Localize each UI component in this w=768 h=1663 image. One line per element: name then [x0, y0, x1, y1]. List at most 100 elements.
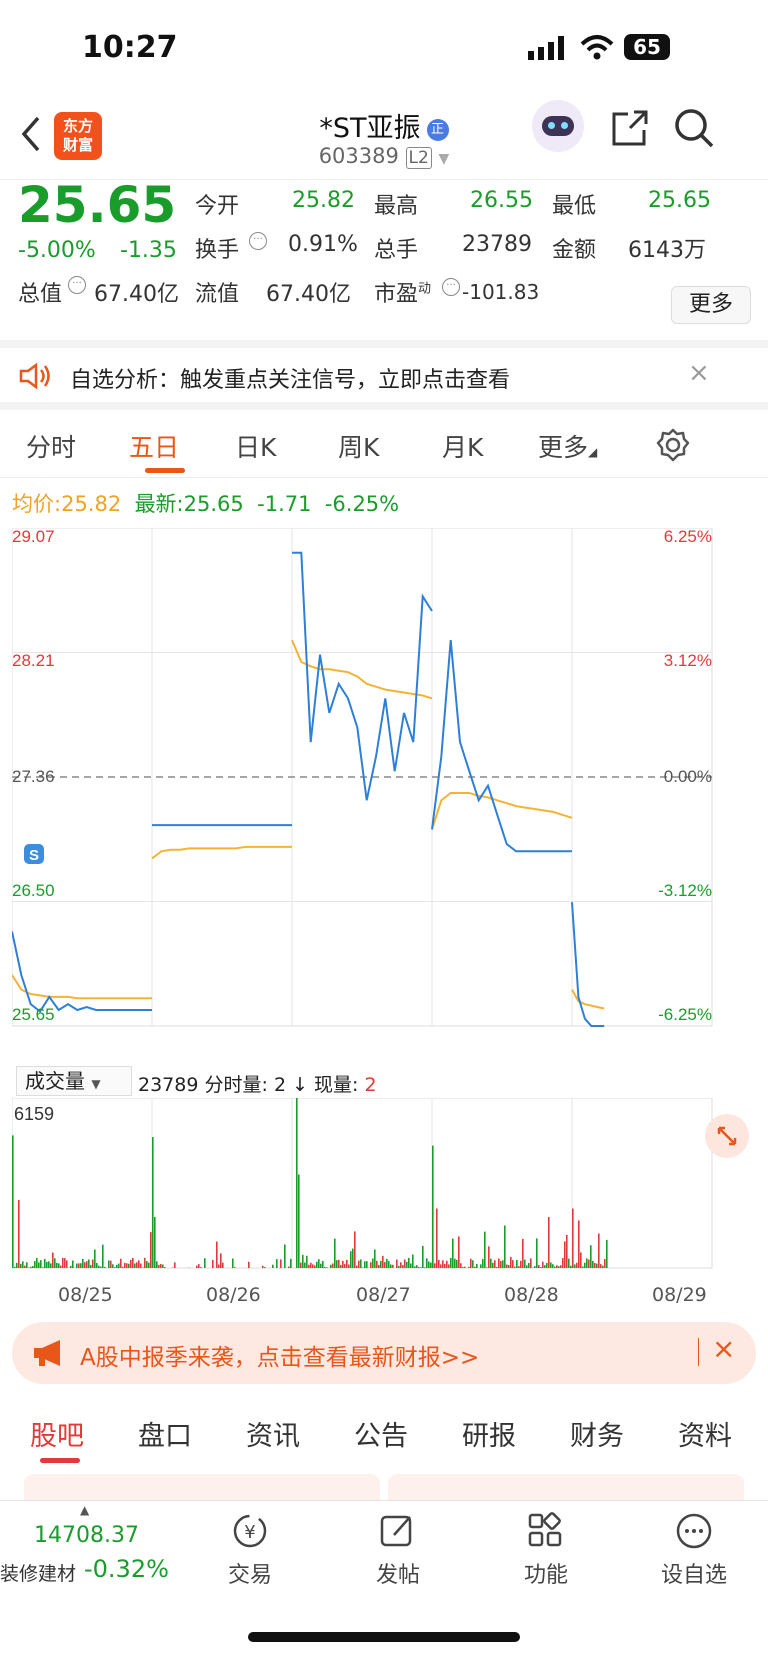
volume-bar: [550, 1262, 552, 1268]
volume-bar: [572, 1208, 574, 1268]
info-icon[interactable]: ···: [68, 276, 86, 294]
volume-bar: [316, 1261, 318, 1268]
volume-bar: [160, 1263, 162, 1268]
volume-bar: [128, 1263, 130, 1268]
close-icon[interactable]: ×: [688, 358, 710, 388]
series-line-avg: [291, 639, 433, 700]
expand-icon[interactable]: [705, 1114, 749, 1158]
volume-bar: [350, 1251, 352, 1268]
divider: [698, 1338, 699, 1366]
volume-bar: [322, 1260, 324, 1268]
volume-bar: [20, 1263, 22, 1268]
info-icon[interactable]: ···: [249, 232, 267, 250]
volume-bar: [484, 1231, 486, 1268]
volume-bar: [560, 1265, 562, 1268]
tab-research[interactable]: 研报: [462, 1414, 516, 1453]
volume-bar: [110, 1260, 112, 1268]
index-name[interactable]: 装修建材: [0, 1559, 76, 1586]
volume-bar: [538, 1265, 540, 1268]
volume-bar: [500, 1261, 502, 1268]
volume-bar: [488, 1246, 490, 1268]
volume-bar: [364, 1261, 366, 1268]
volume-bar: [40, 1260, 42, 1268]
volume-bar: [474, 1266, 476, 1268]
level-badge: L2: [405, 147, 432, 169]
tab-profile[interactable]: 资料: [678, 1414, 732, 1453]
add-watchlist-button[interactable]: 设自选: [644, 1511, 744, 1589]
volume-bar: [200, 1267, 202, 1268]
info-icon[interactable]: ···: [442, 278, 460, 296]
volume-bar: [372, 1258, 374, 1268]
five-day-price-chart[interactable]: 29.07 28.21 27.36 26.50 25.65 6.25% 3.12% 0.00%…: [12, 528, 756, 1058]
volume-bar: [158, 1264, 160, 1268]
volume-bar: [520, 1260, 522, 1268]
volume-bar: [14, 1266, 16, 1268]
volume-bar: [588, 1259, 590, 1268]
tab-announcements[interactable]: 公告: [354, 1414, 408, 1453]
notice-bar[interactable]: 自选分析：触发重点关注信号，立即点击查看 ×: [0, 340, 768, 410]
tab-monthly-k[interactable]: 月K: [442, 428, 483, 464]
stock-title[interactable]: *ST亚振正: [0, 106, 768, 145]
volume-bar: [494, 1260, 496, 1268]
volume-bar: [16, 1262, 18, 1268]
volume-bar: [454, 1258, 456, 1268]
tab-weekly-k[interactable]: 周K: [338, 428, 379, 464]
index-value[interactable]: 14708.37: [34, 1523, 139, 1548]
status-time: 10:27: [82, 30, 178, 65]
trade-button[interactable]: ¥ 交易: [200, 1511, 300, 1589]
marker-s-icon[interactable]: S: [24, 844, 44, 864]
volume-bar: [296, 1098, 298, 1268]
volume-bar: [504, 1225, 506, 1268]
volume-bar: [72, 1260, 74, 1268]
volume-bar: [26, 1262, 28, 1268]
tab-pankou[interactable]: 盘口: [138, 1414, 192, 1453]
volume-bar: [308, 1264, 310, 1268]
settings-icon[interactable]: [656, 428, 690, 462]
index-pct[interactable]: -0.32%: [84, 1555, 169, 1583]
volume-bar: [392, 1264, 394, 1268]
volume-bar: [424, 1267, 426, 1268]
grid-icon: [528, 1512, 562, 1547]
volume-bar: [556, 1265, 558, 1268]
earnings-banner[interactable]: A股中报季来袭，点击查看最新财报>> ×: [12, 1322, 756, 1384]
post-button[interactable]: 发帖: [348, 1511, 448, 1589]
series-line-price: [431, 640, 572, 853]
series-line-avg: [431, 792, 573, 830]
robot-assistant-icon[interactable]: [532, 100, 584, 152]
more-quote-button[interactable]: 更多: [671, 286, 751, 324]
tab-daily-k[interactable]: 日K: [235, 428, 276, 464]
tab-finance[interactable]: 财务: [570, 1414, 624, 1453]
search-icon[interactable]: [672, 106, 716, 150]
volume-bar: [338, 1259, 340, 1268]
tab-news[interactable]: 资讯: [246, 1414, 300, 1453]
y-tick-label-pct: 0.00%: [664, 767, 712, 786]
volume-bar: [32, 1266, 34, 1268]
volume-bar: [352, 1248, 354, 1268]
volume-chart[interactable]: 6159: [12, 1098, 756, 1278]
date-label: 08/26: [206, 1284, 261, 1306]
share-icon[interactable]: [610, 108, 650, 148]
volume-bar: [320, 1263, 322, 1268]
volume-bar: [508, 1265, 510, 1268]
tab-guba[interactable]: 股吧: [30, 1414, 84, 1453]
volume-bar: [330, 1264, 332, 1268]
volume-bar: [216, 1241, 218, 1268]
tab-intraday[interactable]: 分时: [26, 428, 76, 464]
stock-code[interactable]: 603389 L2 ▼: [0, 144, 768, 169]
volume-bar: [272, 1264, 274, 1268]
volume-bar: [60, 1265, 62, 1268]
signal-icon: [528, 36, 564, 60]
tab-more[interactable]: 更多◢: [538, 428, 597, 464]
indicator-select[interactable]: 成交量 ▼: [16, 1066, 132, 1096]
change-pct: -5.00%: [18, 238, 96, 263]
volume-bar: [36, 1257, 38, 1268]
volume-bar: [518, 1266, 520, 1268]
volume-bar: [276, 1259, 278, 1268]
tab-five-day[interactable]: 五日: [129, 428, 179, 464]
functions-button[interactable]: 功能: [496, 1511, 596, 1589]
volume-bar: [498, 1258, 500, 1268]
volume-bar: [422, 1245, 424, 1268]
volume-bar: [590, 1245, 592, 1268]
volume-bar: [62, 1257, 64, 1268]
close-icon[interactable]: ×: [712, 1332, 735, 1365]
